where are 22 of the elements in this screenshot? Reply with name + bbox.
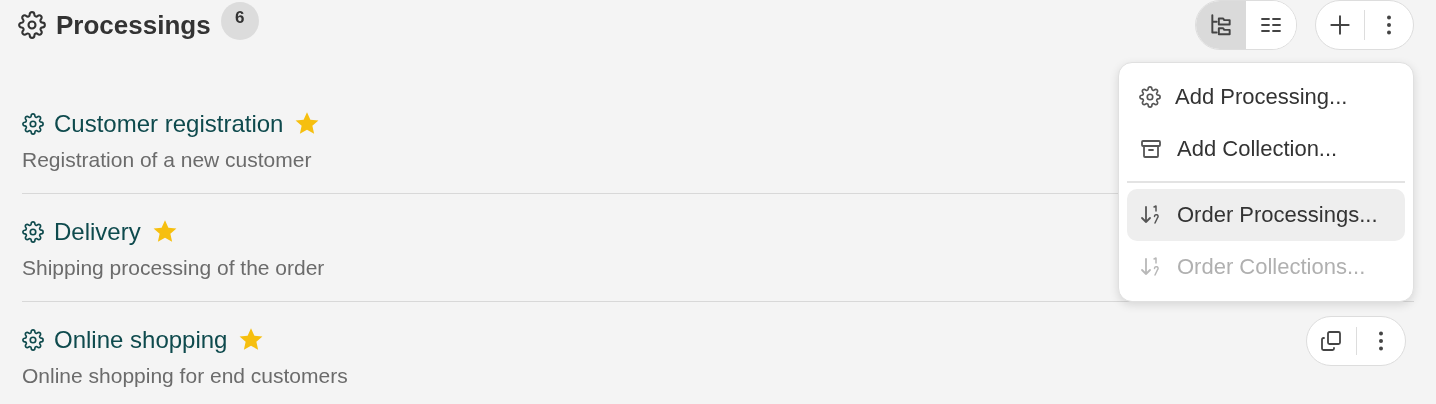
count-badge: 6 [220, 2, 259, 40]
copy-icon [1319, 329, 1344, 353]
processing-description: Registration of a new customer [22, 148, 312, 172]
processing-description: Online shopping for end customers [22, 364, 348, 388]
folder-tree-icon [1208, 12, 1234, 38]
gear-icon [22, 221, 44, 243]
gear-icon [22, 329, 44, 351]
processing-description: Shipping processing of the order [22, 256, 325, 280]
menu-item[interactable]: Add Collection... [1127, 123, 1405, 175]
processing-link[interactable]: Delivery [54, 218, 141, 246]
processing-link[interactable]: Online shopping [54, 326, 228, 354]
more-icon [1386, 15, 1392, 35]
page-title: Processings [56, 9, 211, 41]
gear-icon [22, 113, 44, 135]
gear-icon [18, 11, 46, 39]
more-icon [1377, 331, 1384, 351]
processing-link[interactable]: Customer registration [54, 110, 284, 138]
menu-item[interactable]: Add Processing... [1127, 71, 1405, 123]
menu-item[interactable]: Order Processings... [1127, 189, 1405, 241]
tree-view-tab[interactable] [1196, 1, 1246, 49]
archive-icon [1139, 137, 1163, 161]
gear-icon [1139, 86, 1161, 108]
